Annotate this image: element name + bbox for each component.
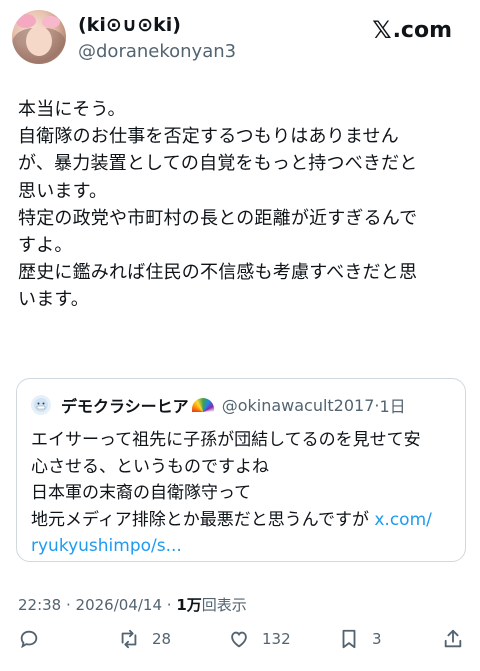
- bookmark-icon: [342, 629, 356, 649]
- author-display-name[interactable]: (ki⊙∪⊙ki): [78, 14, 181, 36]
- repost-icon: [121, 629, 137, 649]
- heart-icon: [231, 631, 247, 648]
- action-bar: 28 132 3: [0, 628, 480, 664]
- face-mask-icon: [34, 398, 48, 412]
- post-line: 歴史に鑑みれば住民の不信感も考慮すべきだと思: [18, 262, 418, 284]
- quoted-post[interactable]: デモクラシーヒア @okinawacult2017 · 1日 エイサーって祖先に…: [16, 378, 466, 562]
- like-count: 132: [262, 630, 291, 648]
- post-line: 特定の政党や市町村の長との距離が近すぎるんで: [18, 207, 418, 229]
- views-count: 1万: [176, 596, 202, 614]
- brand-label: .com: [392, 17, 452, 43]
- repost-count: 28: [152, 630, 172, 648]
- rainbow-icon: [191, 398, 214, 412]
- quoted-line: 心させる、というものですよね: [31, 456, 269, 477]
- post-line: 自衛隊のお仕事を否定するつもりはありません: [18, 126, 399, 148]
- author-handle[interactable]: @doranekonyan3: [78, 41, 236, 62]
- avatar-bow-right: [42, 16, 60, 28]
- repost-button[interactable]: 28: [118, 628, 171, 650]
- share-button[interactable]: [442, 628, 464, 650]
- meta-separator: ·: [61, 596, 76, 614]
- quoted-link[interactable]: x.com/: [374, 510, 432, 530]
- post-line: 思います。: [18, 180, 108, 202]
- bookmark-button[interactable]: 3: [338, 628, 382, 650]
- post-line: すよ。: [18, 235, 73, 257]
- quoted-line-text: 地元メディア排除とか最悪だと思うんですが: [31, 509, 375, 530]
- bookmark-count: 3: [372, 630, 382, 648]
- quoted-line: 地元メディア排除とか最悪だと思うんですが x.com/: [31, 507, 456, 534]
- post-line: が、暴力装置としての自覚をもっと持つべきだと: [18, 153, 418, 175]
- post-line: います。: [18, 289, 89, 311]
- reply-icon: [20, 630, 38, 649]
- like-button[interactable]: 132: [228, 628, 291, 650]
- quoted-link-continued[interactable]: ryukyushimpo/s...: [31, 533, 456, 560]
- quoted-display-name[interactable]: デモクラシーヒア: [61, 393, 189, 417]
- post-text: 本当にそう。 自衛隊のお仕事を否定するつもりはありません が、暴力装置としての自…: [18, 96, 468, 314]
- post-timestamp[interactable]: 22:38 · 2026/04/14 · 1万回表示: [18, 594, 247, 615]
- brand-logo[interactable]: 𝕏 .com: [372, 16, 452, 44]
- post-line: 本当にそう。: [18, 99, 126, 120]
- x-logo-icon: 𝕏: [372, 16, 392, 44]
- quoted-line: エイサーって祖先に子孫が団結してるのを見せて安: [31, 430, 421, 450]
- quoted-post-header: デモクラシーヒア @okinawacult2017 · 1日: [31, 393, 406, 417]
- avatar-face: [26, 26, 52, 56]
- author-avatar[interactable]: [12, 10, 66, 64]
- views-label: 回表示: [201, 596, 247, 614]
- quoted-time[interactable]: 1日: [380, 393, 406, 417]
- quoted-handle[interactable]: @okinawacult2017: [222, 396, 375, 415]
- share-icon: [444, 629, 462, 648]
- avatar-bow: [16, 14, 36, 28]
- meta-separator: ·: [162, 596, 177, 614]
- quoted-avatar[interactable]: [31, 395, 51, 415]
- post-time: 22:38: [18, 596, 62, 614]
- quoted-line: 日本軍の末裔の自衛隊守って: [31, 483, 252, 503]
- post-date: 2026/04/14: [75, 596, 163, 614]
- reply-button[interactable]: [18, 628, 40, 650]
- quoted-post-text: エイサーって祖先に子孫が団結してるのを見せて安 心させる、というものですよね 日…: [31, 427, 456, 560]
